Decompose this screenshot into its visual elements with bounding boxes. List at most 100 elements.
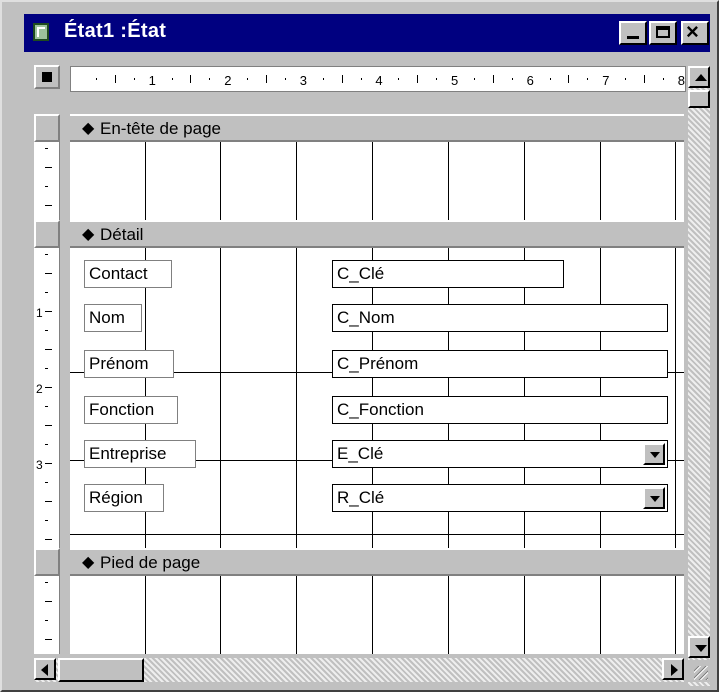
ruler-tick — [625, 78, 627, 80]
grid-line — [70, 534, 684, 535]
ruler-tick — [45, 482, 48, 483]
grid-line — [145, 142, 146, 220]
scroll-left-button[interactable] — [34, 658, 56, 680]
ruler-number: 7 — [602, 73, 610, 88]
ruler-tick — [45, 311, 52, 312]
ruler-tick — [45, 639, 52, 640]
field-name: R_Clé — [337, 488, 385, 507]
ruler-number: 6 — [526, 73, 534, 88]
grid-line — [448, 576, 449, 654]
ruler-number: 8 — [677, 73, 686, 88]
horizontal-ruler[interactable]: 1 2 3 4 5 6 7 8 — [70, 66, 686, 92]
ruler-tick — [133, 78, 135, 80]
dropdown-arrow-icon[interactable] — [643, 443, 665, 465]
text-field[interactable]: C_Clé — [332, 260, 564, 288]
detail-label-2[interactable]: Prénom — [84, 350, 174, 378]
grid-line — [600, 576, 601, 654]
field-name: C_Clé — [337, 264, 385, 283]
window-title: État1 :État — [64, 20, 167, 42]
maximize-button[interactable] — [649, 21, 677, 45]
grid-line — [220, 142, 221, 220]
vertical-ruler-page-footer[interactable] — [34, 576, 60, 654]
field-name: C_Nom — [337, 308, 395, 327]
detail-label-1[interactable]: Nom — [84, 304, 142, 332]
vertical-ruler[interactable]: 1 2 3 — [34, 114, 60, 654]
horizontal-scrollbar[interactable] — [34, 658, 684, 682]
detail-label-5[interactable]: Région — [84, 484, 164, 512]
grid-line — [145, 576, 146, 654]
grid-line — [524, 576, 525, 654]
ruler-number: 1 — [36, 306, 43, 320]
grid-line — [675, 248, 676, 548]
ruler-tick — [549, 78, 551, 80]
page-header-selector[interactable] — [34, 114, 60, 142]
combo-field[interactable]: R_Clé — [332, 484, 668, 512]
ruler-tick — [492, 75, 494, 83]
ruler-tick — [511, 78, 513, 80]
page-header-band[interactable]: ◆ En-tête de page — [70, 114, 684, 142]
page-footer-label: Pied de page — [100, 553, 201, 572]
detail-label-4[interactable]: Entreprise — [84, 440, 196, 468]
combo-field[interactable]: E_Clé — [332, 440, 668, 468]
design-area: 1 2 3 4 5 6 7 8 1 2 3 ◆ En-tête de page ◆ Détail … — [24, 56, 710, 688]
title-bar[interactable]: État1 :État × — [24, 14, 710, 52]
grid-line — [675, 142, 676, 220]
scroll-down-button[interactable] — [688, 636, 710, 658]
ruler-tick — [45, 273, 52, 274]
ruler-tick — [436, 78, 438, 80]
report-canvas[interactable]: ◆ En-tête de page ◆ Détail ◆ Pied de pag… — [70, 114, 684, 654]
ruler-tick — [45, 349, 52, 350]
arrow-right-icon — [671, 664, 678, 676]
minimize-button[interactable] — [619, 21, 647, 45]
ruler-tick — [45, 205, 52, 206]
grid-line — [372, 576, 373, 654]
ruler-number: 2 — [224, 73, 232, 88]
detail-label-0[interactable]: Contact — [84, 260, 172, 288]
ruler-tick — [284, 78, 286, 80]
report-selector[interactable] — [34, 65, 60, 89]
page-footer-band[interactable]: ◆ Pied de page — [70, 548, 684, 576]
ruler-tick — [45, 368, 48, 369]
scroll-right-button[interactable] — [662, 658, 684, 680]
arrow-left-icon — [41, 664, 48, 676]
horizontal-scroll-thumb[interactable] — [58, 658, 144, 682]
ruler-tick — [45, 620, 48, 621]
text-field[interactable]: C_Prénom — [332, 350, 668, 378]
detail-band[interactable]: ◆ Détail — [70, 220, 684, 248]
ruler-tick — [45, 501, 52, 502]
arrow-up-icon — [695, 74, 707, 81]
page-footer-selector[interactable] — [34, 548, 60, 576]
close-icon: × — [686, 19, 699, 44]
scroll-up-button[interactable] — [688, 66, 710, 88]
grid-line — [220, 248, 221, 548]
vertical-ruler-page-header[interactable] — [34, 142, 60, 220]
ruler-tick — [95, 78, 97, 80]
detail-selector[interactable] — [34, 220, 60, 248]
ruler-tick — [322, 78, 324, 80]
vertical-scroll-thumb[interactable] — [688, 90, 710, 108]
field-name: C_Prénom — [337, 354, 419, 373]
text-field[interactable]: C_Nom — [332, 304, 668, 332]
close-button[interactable]: × — [681, 19, 709, 45]
vertical-ruler-detail[interactable]: 1 2 3 — [34, 248, 60, 548]
ruler-tick — [247, 78, 249, 80]
text-field[interactable]: C_Fonction — [332, 396, 668, 424]
ruler-tick — [266, 75, 267, 83]
grid-line — [296, 142, 297, 220]
ruler-tick — [190, 75, 192, 83]
vertical-scrollbar[interactable] — [688, 66, 710, 686]
ruler-tick — [45, 254, 48, 255]
dropdown-arrow-icon[interactable] — [643, 487, 665, 509]
report-icon[interactable] — [33, 23, 49, 41]
ruler-tick — [360, 78, 362, 80]
ruler-tick — [568, 75, 570, 83]
ruler-tick — [644, 75, 645, 83]
ruler-number: 3 — [36, 458, 43, 472]
ruler-tick — [45, 148, 48, 149]
ruler-tick — [45, 520, 48, 521]
band-arrow-icon: ◆ — [82, 120, 95, 137]
ruler-tick — [45, 167, 52, 168]
detail-label-3[interactable]: Fonction — [84, 396, 178, 424]
size-grip[interactable] — [688, 660, 710, 682]
arrow-down-icon — [695, 645, 707, 652]
